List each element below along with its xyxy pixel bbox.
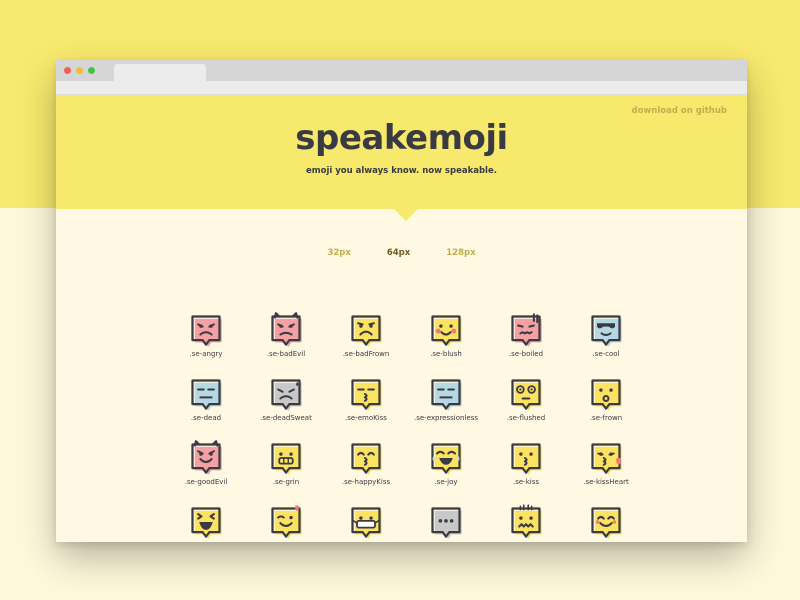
mask-emoji-icon — [348, 504, 384, 540]
blush-emoji-icon — [428, 312, 464, 348]
emoji-class-label: .se-expressionless — [413, 414, 478, 422]
bad-frown-emoji-icon — [348, 312, 384, 348]
emoji-item-mask[interactable] — [326, 504, 406, 542]
page-title: speakemoji — [295, 118, 508, 158]
maximize-window-dot[interactable] — [88, 67, 95, 74]
emoji-class-label: .se-frown — [589, 414, 623, 422]
emoji-item-bad-evil[interactable]: .se-badEvil — [246, 312, 326, 376]
size-option-32px[interactable]: 32px — [327, 248, 350, 258]
dead-sweat-emoji-icon — [268, 376, 304, 412]
browser-toolbar — [56, 81, 747, 95]
cool-emoji-icon — [588, 312, 624, 348]
emoji-item-grin[interactable]: .se-grin — [246, 440, 326, 504]
emoji-class-label: .se-dead — [190, 414, 222, 422]
emoji-item-cool[interactable]: .se-cool — [566, 312, 646, 376]
dots-emoji-icon — [428, 504, 464, 540]
emoji-class-label: .se-boiled — [508, 350, 544, 358]
emoji-item-kiss-heart[interactable]: .se-kissHeart — [566, 440, 646, 504]
emoji-item-expressionless[interactable]: .se-expressionless — [406, 376, 486, 440]
emoji-item-laugh[interactable] — [166, 504, 246, 542]
emoji-class-label: .se-goodEvil — [184, 478, 228, 486]
emoji-class-label: .se-emoKiss — [345, 414, 387, 422]
love-wink-emoji-icon — [268, 504, 304, 540]
emoji-item-bad-frown[interactable]: .se-badFrown — [326, 312, 406, 376]
smile-emoji-icon — [588, 504, 624, 540]
good-evil-emoji-icon — [188, 440, 224, 476]
emoji-item-flushed[interactable]: .se-flushed — [486, 376, 566, 440]
kiss-heart-emoji-icon — [588, 440, 624, 476]
emo-kiss-emoji-icon — [348, 376, 384, 412]
size-selector: 32px 64px 128px — [56, 248, 747, 258]
page-tagline: emoji you always know. now speakable. — [306, 166, 497, 176]
emoji-item-dead-sweat[interactable]: .se-deadSweat — [246, 376, 326, 440]
grin-emoji-icon — [268, 440, 304, 476]
dead-emoji-icon — [188, 376, 224, 412]
emoji-class-label: .se-badEvil — [266, 350, 306, 358]
emoji-item-dots[interactable] — [406, 504, 486, 542]
joy-emoji-icon — [428, 440, 464, 476]
emoji-item-happy-kiss[interactable]: .se-happyKiss — [326, 440, 406, 504]
emoji-item-smile[interactable] — [566, 504, 646, 542]
emoji-item-kiss[interactable]: .se-kiss — [486, 440, 566, 504]
emoji-class-label: .se-angry — [189, 350, 223, 358]
boiled-emoji-icon — [508, 312, 544, 348]
flushed-emoji-icon — [508, 376, 544, 412]
size-option-128px[interactable]: 128px — [446, 248, 475, 258]
emoji-class-label: .se-joy — [434, 478, 458, 486]
frown-emoji-icon — [588, 376, 624, 412]
angry-emoji-icon — [188, 312, 224, 348]
emoji-item-love-wink[interactable] — [246, 504, 326, 542]
emoji-class-label: .se-deadSweat — [260, 414, 312, 422]
emoji-item-frown[interactable]: .se-frown — [566, 376, 646, 440]
emoji-class-label: .se-happyKiss — [341, 478, 391, 486]
size-option-64px[interactable]: 64px — [387, 248, 410, 258]
emoji-class-label: .se-cool — [592, 350, 620, 358]
bad-evil-emoji-icon — [268, 312, 304, 348]
emoji-item-scared[interactable] — [486, 504, 566, 542]
emoji-item-angry[interactable]: .se-angry — [166, 312, 246, 376]
emoji-item-good-evil[interactable]: .se-goodEvil — [166, 440, 246, 504]
emoji-class-label: .se-kiss — [513, 478, 539, 486]
emoji-item-joy[interactable]: .se-joy — [406, 440, 486, 504]
minimize-window-dot[interactable] — [76, 67, 83, 74]
browser-tab[interactable] — [114, 64, 206, 81]
close-window-dot[interactable] — [64, 67, 71, 74]
hero-pointer — [394, 209, 418, 221]
kiss-emoji-icon — [508, 440, 544, 476]
emoji-item-blush[interactable]: .se-blush — [406, 312, 486, 376]
happy-kiss-emoji-icon — [348, 440, 384, 476]
emoji-class-label: .se-grin — [272, 478, 300, 486]
emoji-grid: .se-angry .se-badEvil .se-badFrown .se-blus… — [166, 312, 646, 542]
emoji-item-boiled[interactable]: .se-boiled — [486, 312, 566, 376]
emoji-class-label: .se-kissHeart — [583, 478, 629, 486]
laugh-emoji-icon — [188, 504, 224, 540]
browser-window: download on github speakemoji emoji you … — [56, 60, 747, 542]
emoji-item-dead[interactable]: .se-dead — [166, 376, 246, 440]
emoji-item-emo-kiss[interactable]: .se-emoKiss — [326, 376, 406, 440]
github-download-link[interactable]: download on github — [632, 106, 727, 116]
emoji-class-label: .se-badFrown — [342, 350, 390, 358]
browser-titlebar — [56, 60, 747, 81]
emoji-class-label: .se-flushed — [506, 414, 546, 422]
emoji-class-label: .se-blush — [430, 350, 462, 358]
scared-emoji-icon — [508, 504, 544, 540]
window-controls — [64, 67, 95, 74]
expressionless-emoji-icon — [428, 376, 464, 412]
